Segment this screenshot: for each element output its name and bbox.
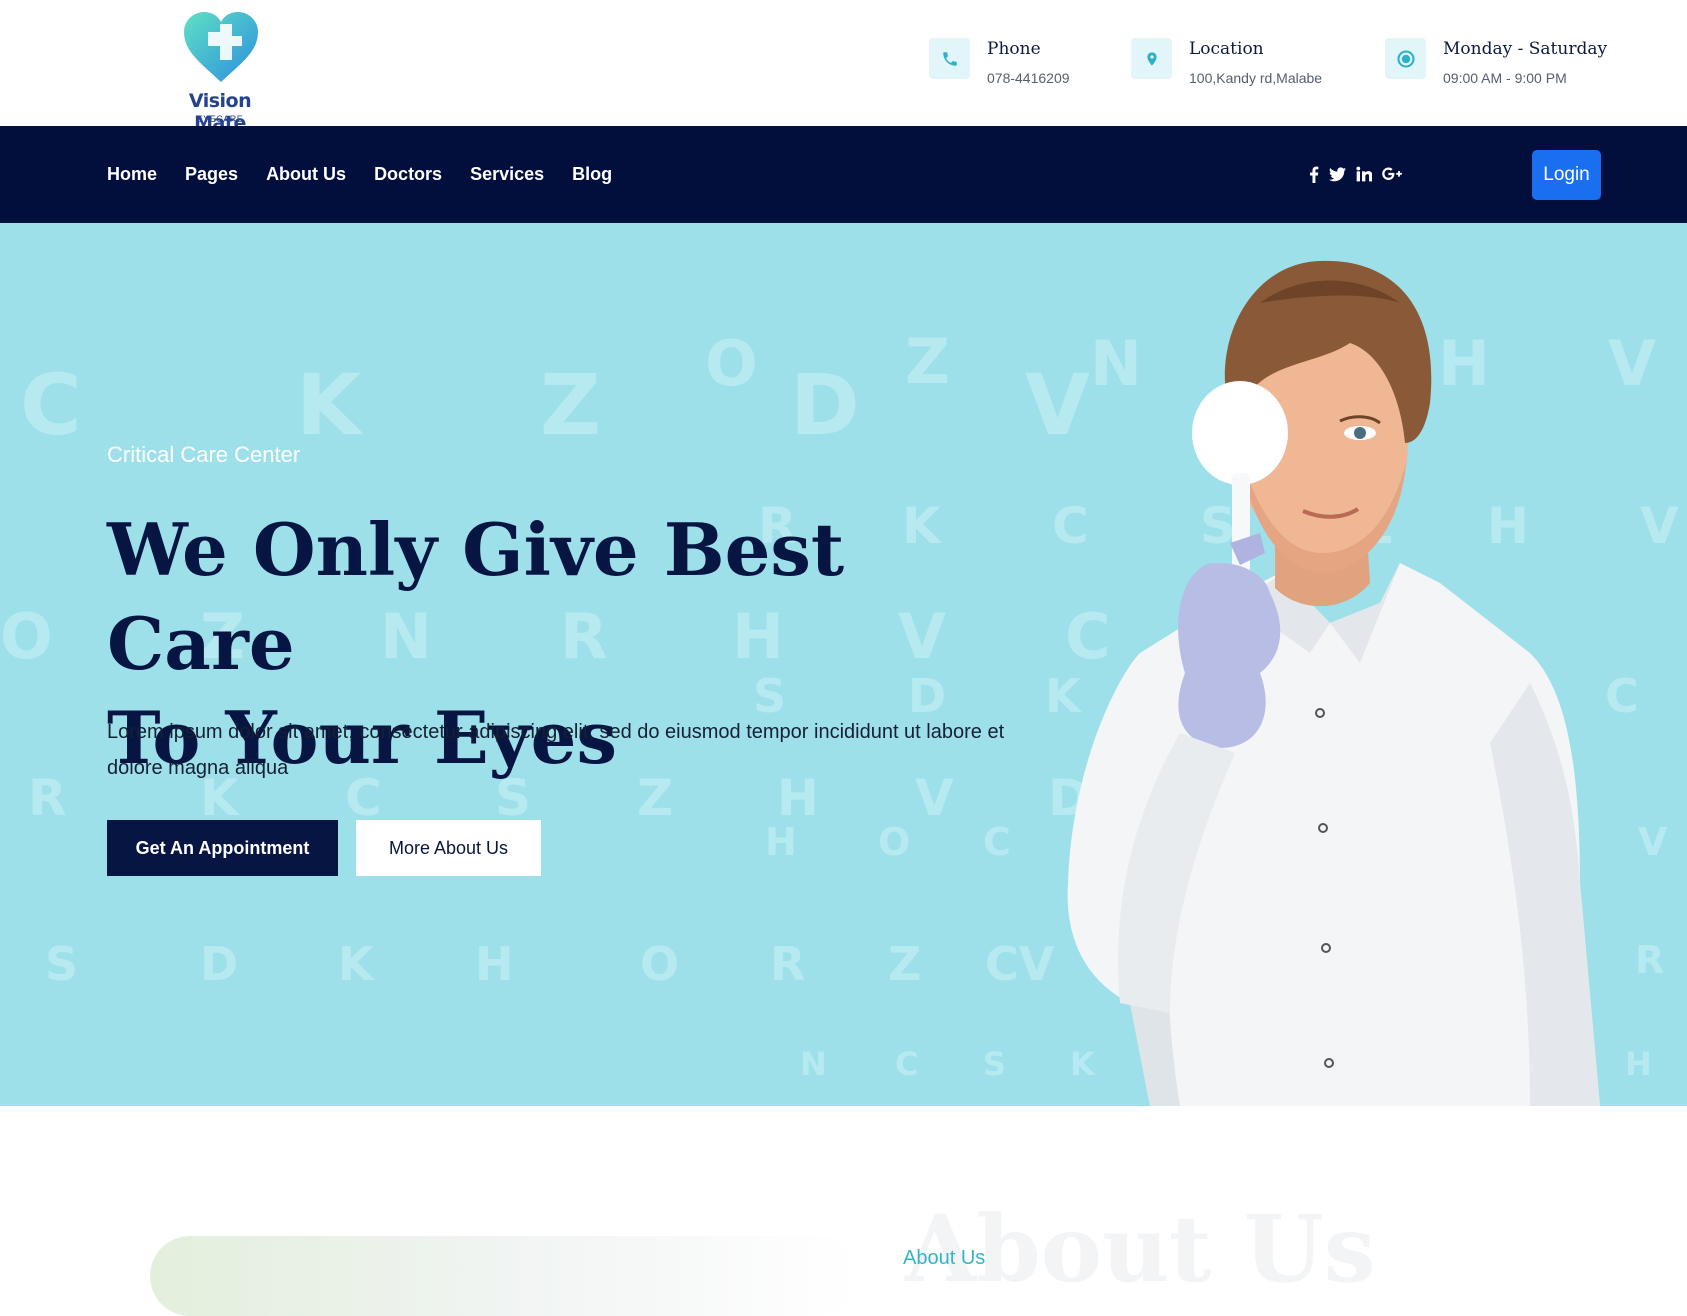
contact-title: Location — [1189, 39, 1264, 59]
contact-phone: Phone 078-4416209 — [929, 38, 1089, 88]
heart-logo-icon — [184, 12, 258, 82]
nav-item-home[interactable]: Home — [107, 164, 157, 185]
twitter-icon[interactable] — [1329, 166, 1346, 182]
about-image-card — [150, 1236, 858, 1316]
google-plus-icon[interactable] — [1382, 167, 1402, 181]
nav-item-pages[interactable]: Pages — [185, 164, 238, 185]
contact-hours: Monday - Saturday 09:00 AM - 9:00 PM — [1385, 38, 1625, 88]
main-navbar: Home Pages About Us Doctors Services Blo… — [0, 126, 1687, 223]
contact-value: 100,Kandy rd,Malabe — [1189, 70, 1323, 86]
hero-subtitle: Critical Care Center — [107, 442, 301, 467]
nav-item-services[interactable]: Services — [470, 164, 544, 185]
phone-icon — [929, 38, 970, 79]
contact-title: Monday - Saturday — [1443, 39, 1608, 59]
login-button[interactable]: Login — [1532, 150, 1601, 200]
hero-description: Lorem ipsum dolor sit amet, consectetur … — [107, 721, 1005, 779]
linkedin-icon[interactable] — [1356, 166, 1372, 182]
nav-item-blog[interactable]: Blog — [572, 164, 612, 185]
doctor-with-occluder-image — [1067, 260, 1600, 1106]
facebook-icon[interactable] — [1309, 166, 1319, 183]
contact-location: Location 100,Kandy rd,Malabe — [1131, 38, 1351, 88]
get-appointment-button[interactable]: Get An Appointment — [107, 820, 338, 876]
clock-icon — [1385, 38, 1426, 79]
top-header: Vision Mate EYECARE Phone 078-4416209 Lo… — [0, 0, 1687, 134]
nav-item-about-us[interactable]: About Us — [266, 164, 346, 185]
nav-links: Home Pages About Us Doctors Services Blo… — [107, 126, 640, 223]
contact-title: Phone — [987, 39, 1041, 59]
about-section-label: About Us — [903, 1247, 986, 1269]
brand-tagline: EYECARE — [196, 114, 244, 124]
social-links — [1309, 162, 1402, 186]
more-about-us-button[interactable]: More About Us — [356, 820, 541, 876]
contact-value: 078-4416209 — [987, 70, 1070, 86]
hero-title-line: We Only Give Best Care — [107, 507, 845, 686]
hero-section: C K Z O D Z V N H V R K C S Z H V O Z N … — [0, 223, 1687, 1106]
nav-item-doctors[interactable]: Doctors — [374, 164, 442, 185]
brand-logo[interactable]: Vision Mate EYECARE — [165, 12, 275, 134]
location-pin-icon — [1131, 38, 1172, 79]
contact-value: 09:00 AM - 9:00 PM — [1443, 70, 1567, 86]
